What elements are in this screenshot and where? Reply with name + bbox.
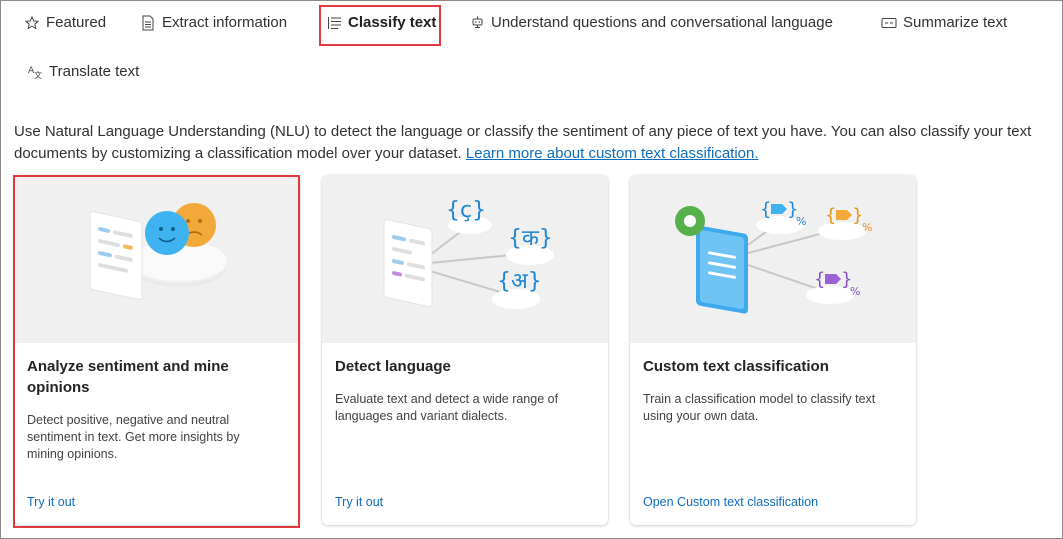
tab-summarize-text[interactable]: Summarize text: [881, 14, 1007, 31]
percent-sign: %: [796, 215, 806, 228]
card-title: Detect language: [335, 358, 451, 375]
translate-icon: A文: [27, 64, 43, 80]
svg-text:{: {: [760, 199, 771, 220]
card-description: Evaluate text and detect a wide range of…: [335, 392, 559, 423]
percent-sign: %: [850, 285, 860, 298]
tab-label: Translate text: [49, 63, 140, 80]
card-description: Train a classification model to classify…: [643, 392, 876, 423]
card-custom-text-classification[interactable]: { } % { } % { } % Custom text classifica…: [630, 175, 916, 525]
card-detect-language[interactable]: {ç} {क} {अ} Detect language Evaluate tex…: [322, 175, 608, 525]
glyph-a: {अ}: [497, 269, 542, 294]
percent-sign: %: [862, 221, 872, 234]
document-icon: [140, 15, 156, 31]
tab-label: Extract information: [162, 14, 288, 31]
gear-icon: [675, 206, 705, 236]
bot-icon: [469, 15, 485, 31]
tab-extract-information[interactable]: Extract information: [140, 14, 287, 31]
tab-label: Featured: [46, 14, 107, 31]
tab-featured[interactable]: Featured: [24, 14, 106, 31]
try-it-out-link[interactable]: Try it out: [335, 495, 383, 509]
glyph-ka: {क}: [508, 226, 553, 251]
selected-card-highlight: [13, 175, 300, 528]
intro-description: Use Natural Language Understanding (NLU)…: [14, 121, 1054, 165]
tab-label: Summarize text: [903, 14, 1008, 31]
active-tab-highlight: [319, 5, 441, 46]
svg-text:{: {: [825, 205, 836, 226]
star-icon: [24, 15, 40, 31]
card-title: Custom text classification: [643, 358, 829, 375]
custom-classification-illustration: { } % { } % { } %: [630, 175, 916, 343]
tab-label: Understand questions and conversational …: [491, 14, 833, 31]
summary-icon: [881, 15, 897, 31]
language-bubbles-illustration: {ç} {क} {अ}: [322, 175, 608, 343]
learn-more-link[interactable]: Learn more about custom text classificat…: [466, 145, 759, 162]
glyph-c-cedilla: {ç}: [446, 198, 486, 223]
svg-text:文: 文: [34, 70, 42, 79]
open-custom-text-classification-link[interactable]: Open Custom text classification: [643, 495, 818, 509]
tab-understand-questions[interactable]: Understand questions and conversational …: [469, 14, 833, 31]
svg-text:{: {: [814, 269, 825, 290]
tab-translate-text[interactable]: A文 Translate text: [27, 63, 140, 80]
